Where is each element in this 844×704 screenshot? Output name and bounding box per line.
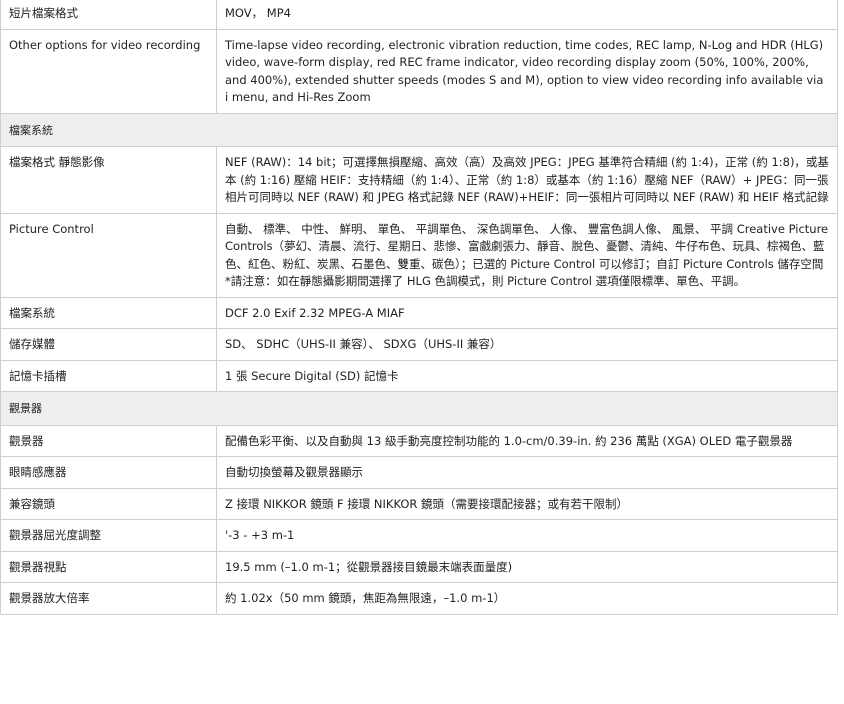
spec-row: Picture Control 自動、 標準、 中性、 鮮明、 單色、 平調單色… [0,212,838,298]
spec-value: 1 張 Secure Digital (SD) 記憶卡 [216,359,838,392]
spec-label: 兼容鏡頭 [0,487,217,520]
spec-row: 觀景器視點 19.5 mm (–1.0 m-1；從觀景器接目鏡最末端表面量度) [0,550,838,583]
spec-row: 檔案格式 靜態影像 NEF (RAW)：14 bit；可選擇無損壓縮、高效（高）… [0,146,838,214]
spec-label: Other options for video recording [0,28,217,114]
spec-value: SD、 SDHC（UHS-II 兼容）、 SDXG（UHS-II 兼容） [216,328,838,361]
spec-label: 眼睛感應器 [0,456,217,489]
spec-value: 約 1.02x（50 mm 鏡頭，焦距為無限遠，–1.0 m-1） [216,582,838,615]
section-header: 觀景器 [0,391,838,426]
spec-row: 記憶卡插槽 1 張 Secure Digital (SD) 記憶卡 [0,359,838,392]
spec-value: DCF 2.0 Exif 2.32 MPEG-A MIAF [216,296,838,329]
spec-value: NEF (RAW)：14 bit；可選擇無損壓縮、高效（高）及高效 JPEG：J… [216,146,838,214]
spec-value: Time-lapse video recording, electronic v… [216,28,838,114]
section-title: 觀景器 [0,391,838,426]
spec-row: 眼睛感應器 自動切換螢幕及觀景器顯示 [0,456,838,489]
spec-row: 短片檔案格式 MOV， MP4 [0,0,838,30]
spec-row: 觀景器 配備色彩平衡、以及自動與 13 級手動亮度控制功能的 1.0-cm/0.… [0,424,838,457]
spec-row: 觀景器屈光度調整 '-3 - +3 m-1 [0,519,838,552]
spec-label: Picture Control [0,212,217,298]
spec-value: 19.5 mm (–1.0 m-1；從觀景器接目鏡最末端表面量度) [216,550,838,583]
spec-label: 觀景器放大倍率 [0,582,217,615]
spec-row: Other options for video recording Time-l… [0,28,838,114]
spec-label: 儲存媒體 [0,328,217,361]
spec-row: 觀景器放大倍率 約 1.02x（50 mm 鏡頭，焦距為無限遠，–1.0 m-1… [0,582,838,615]
spec-value: 自動、 標準、 中性、 鮮明、 單色、 平調單色、 深色調單色、 人像、 豐富色… [216,212,838,298]
spec-value: Z 接環 NIKKOR 鏡頭 F 接環 NIKKOR 鏡頭（需要接環配接器；或有… [216,487,838,520]
spec-label: 檔案系統 [0,296,217,329]
spec-row: 兼容鏡頭 Z 接環 NIKKOR 鏡頭 F 接環 NIKKOR 鏡頭（需要接環配… [0,487,838,520]
section-title: 檔案系統 [0,112,838,147]
spec-label: 檔案格式 靜態影像 [0,146,217,214]
spec-label: 觀景器視點 [0,550,217,583]
spec-row: 檔案系統 DCF 2.0 Exif 2.32 MPEG-A MIAF [0,296,838,329]
spec-label: 短片檔案格式 [0,0,217,30]
spec-table: 短片檔案格式 MOV， MP4 Other options for video … [0,0,838,615]
spec-value: 自動切換螢幕及觀景器顯示 [216,456,838,489]
section-header: 檔案系統 [0,112,838,147]
spec-value: 配備色彩平衡、以及自動與 13 級手動亮度控制功能的 1.0-cm/0.39-i… [216,424,838,457]
spec-label: 記憶卡插槽 [0,359,217,392]
spec-value: '-3 - +3 m-1 [216,519,838,552]
spec-label: 觀景器 [0,424,217,457]
spec-row: 儲存媒體 SD、 SDHC（UHS-II 兼容）、 SDXG（UHS-II 兼容… [0,328,838,361]
spec-label: 觀景器屈光度調整 [0,519,217,552]
spec-value: MOV， MP4 [216,0,838,30]
